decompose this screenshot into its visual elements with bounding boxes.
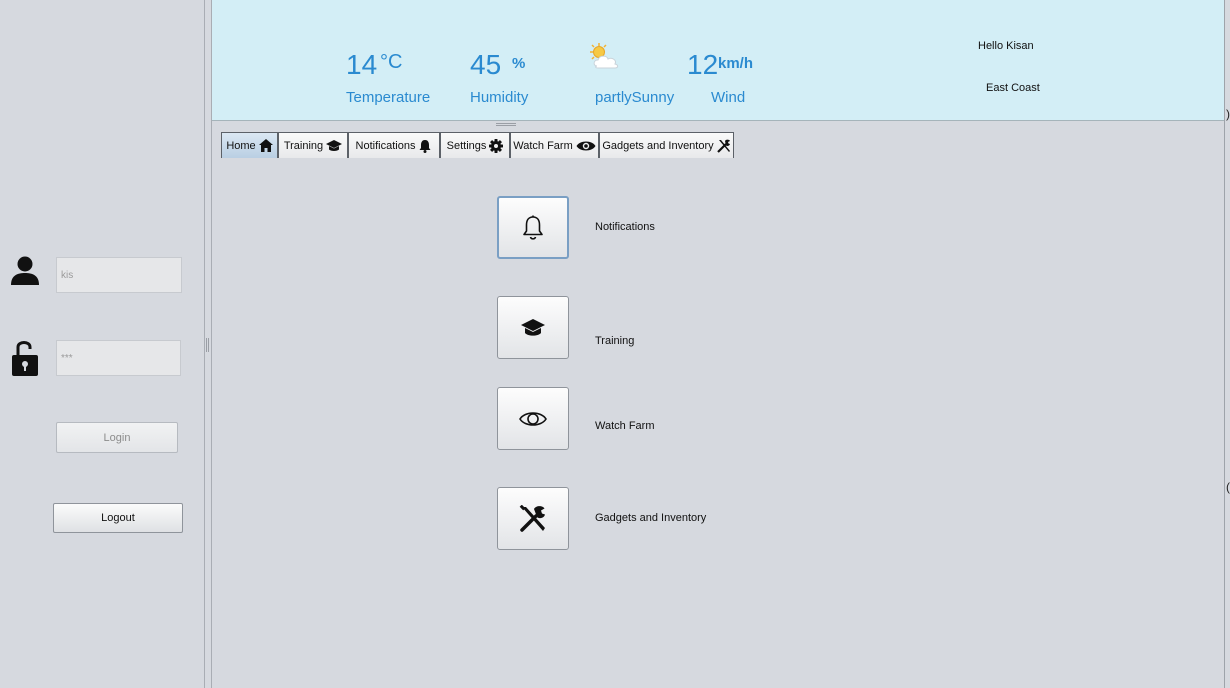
user-icon (11, 256, 39, 285)
gadgets-and-inventory-tile-label: Gadgets and Inventory (595, 512, 707, 524)
watch-farm-tile-label: Watch Farm (595, 420, 655, 432)
training-tile-label: Training (595, 335, 635, 347)
eye-icon (576, 141, 596, 150)
password-field[interactable] (56, 340, 181, 376)
split-pane-grip[interactable] (206, 338, 209, 352)
header-split-grip[interactable] (496, 123, 516, 126)
tab-training[interactable]: Training (278, 132, 348, 158)
graduation-cap-icon (521, 318, 545, 336)
gear-icon (489, 138, 504, 153)
home-icon (258, 139, 273, 152)
temperature-unit: °C (380, 51, 403, 73)
weather-condition-label: partlySunny (595, 89, 675, 106)
right-edge-divider (1224, 0, 1230, 688)
tab-label: Watch Farm (513, 139, 573, 152)
graduation-cap-icon (326, 139, 343, 151)
humidity-unit: % (512, 55, 526, 72)
tab-label: Settings (446, 139, 487, 152)
training-button[interactable] (497, 296, 569, 359)
username-input[interactable] (56, 257, 182, 293)
location-text: East Coast (986, 82, 1040, 94)
edge-mark: ) (1226, 107, 1230, 121)
greeting-text: Hello Kisan (978, 40, 1034, 52)
notifications-button[interactable] (497, 196, 569, 259)
gadgets-and-inventory-button[interactable] (497, 487, 569, 550)
bell-icon (419, 139, 431, 153)
tools-icon (716, 139, 730, 153)
tab-home[interactable]: Home (221, 132, 278, 158)
temperature-label: Temperature (346, 89, 431, 106)
wind-value: 12 (687, 49, 719, 80)
tab-watch-farm[interactable]: Watch Farm (510, 132, 599, 158)
login-panel: Login Logout (0, 0, 204, 688)
notifications-tile-label: Notifications (595, 221, 655, 233)
eye-outline-icon (519, 411, 547, 426)
weather-panel: 14 °C Temperature 45 % Humidity partlySu… (212, 0, 1224, 121)
logout-button[interactable]: Logout (53, 503, 183, 533)
tools-icon (519, 504, 545, 532)
edge-mark: ( (1226, 480, 1230, 494)
tab-label: Home (226, 139, 256, 152)
humidity-label: Humidity (470, 89, 529, 106)
bell-outline-icon (523, 215, 543, 240)
humidity-value: 45 (470, 49, 502, 80)
temperature-value: 14 (346, 49, 378, 80)
login-button[interactable]: Login (56, 422, 178, 453)
tab-label: Notifications (355, 139, 416, 152)
wind-label: Wind (711, 89, 746, 106)
tab-gadgets-and-inventory[interactable]: Gadgets and Inventory (599, 132, 734, 158)
partly-sunny-icon (590, 43, 619, 69)
tab-notifications[interactable]: Notifications (348, 132, 440, 158)
tab-label: Gadgets and Inventory (602, 139, 714, 152)
unlocked-padlock-icon (12, 341, 38, 376)
tab-settings[interactable]: Settings (440, 132, 510, 158)
tab-label: Training (283, 139, 324, 152)
wind-unit: km/h (718, 55, 754, 72)
watch-farm-button[interactable] (497, 387, 569, 450)
